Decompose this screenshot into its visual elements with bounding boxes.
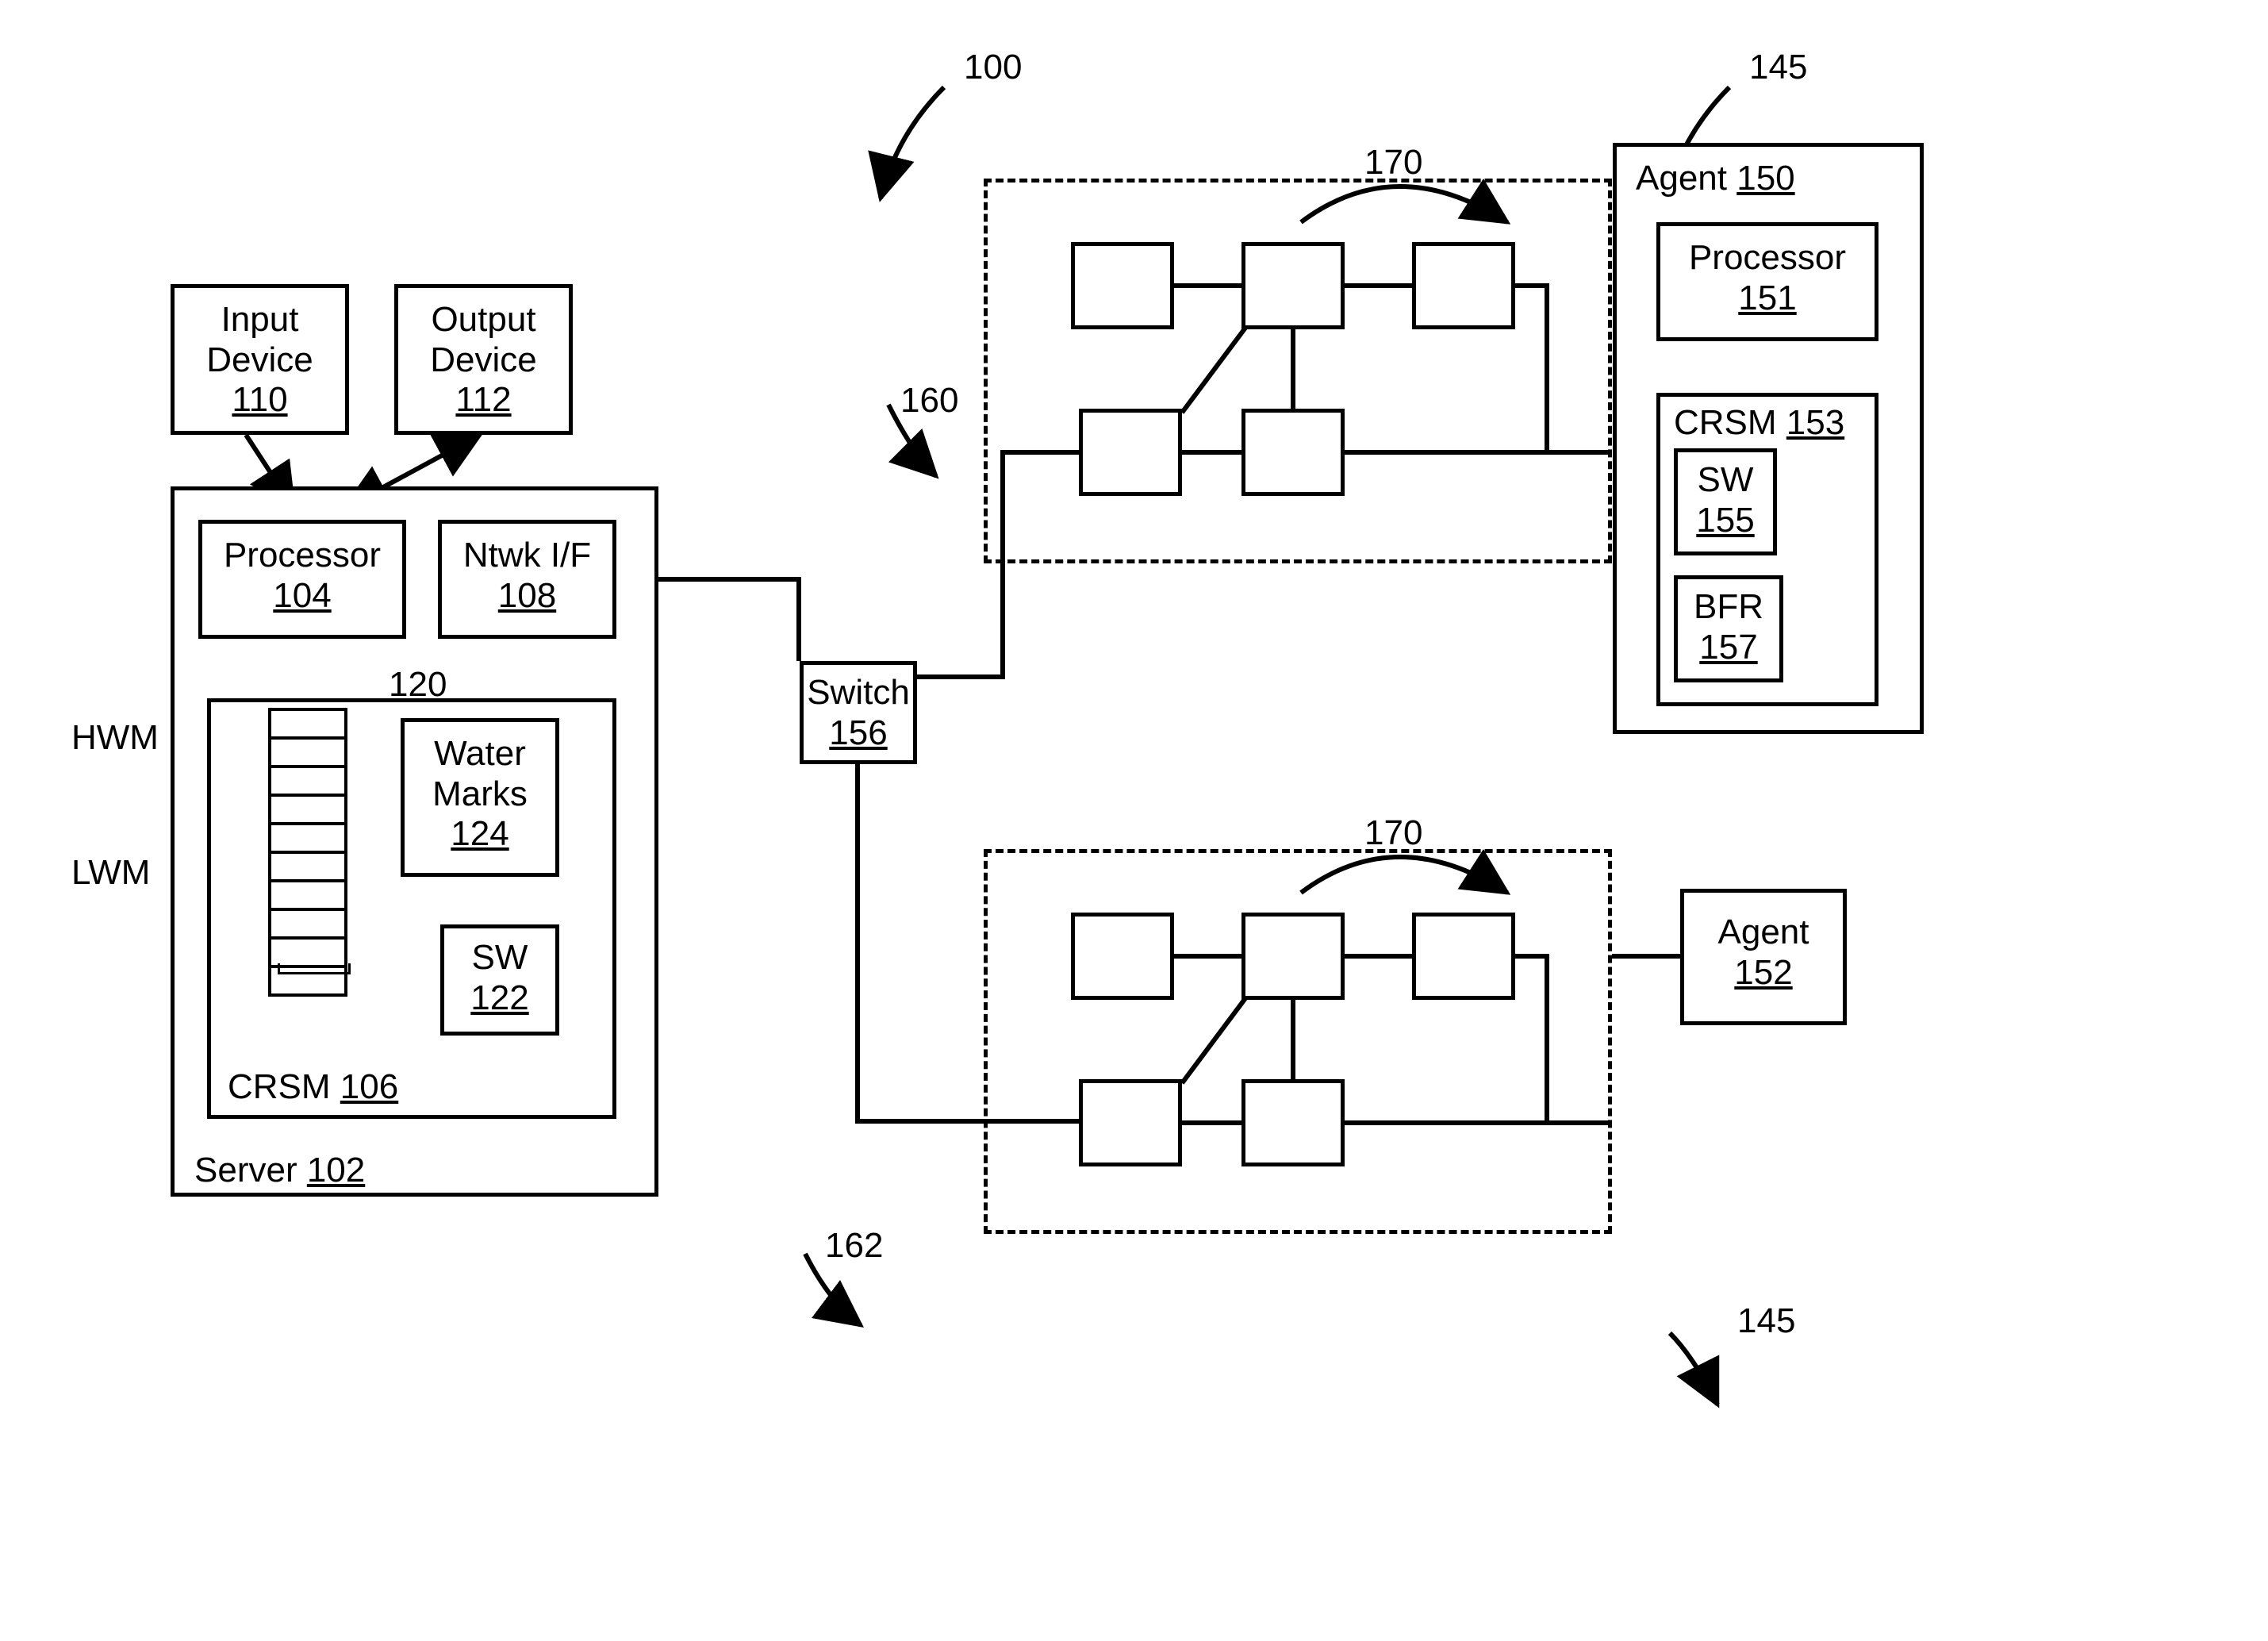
diagram-canvas: Input Device110 Output Device112 Server … [0,0,2268,1641]
sw-server-label: SW122 [444,938,555,1018]
node [1412,242,1515,329]
watermarks-label: Water Marks124 [405,734,555,855]
cloud-top-ref: 160 [900,381,958,421]
agent-second-box: Agent152 [1680,889,1847,1025]
switch-label: Switch156 [804,673,913,753]
agent-main-label: Agent 150 [1636,159,1795,199]
buffer-watermark [268,708,347,997]
server-label: Server 102 [194,1151,365,1191]
hwm-label: HWM [71,718,159,759]
network-cloud-top [984,179,1612,563]
agent-sw-box: SW155 [1674,448,1777,555]
agent-bfr-label: BFR157 [1678,587,1779,667]
input-device-box: Input Device110 [171,284,349,435]
path-ref-top: 170 [1364,143,1422,183]
processor-label: Processor104 [202,536,402,616]
processor-box: Processor104 [198,520,406,639]
sw-server-box: SW122 [440,924,559,1036]
ntwk-if-box: Ntwk I/F108 [438,520,616,639]
agent-group-bottom-ref: 145 [1737,1301,1795,1342]
ntwk-if-label: Ntwk I/F108 [442,536,612,616]
switch-box: Switch156 [800,661,917,764]
node [1241,1079,1345,1166]
buffer-ref: 120 [389,665,447,705]
node [1071,242,1174,329]
output-device-label: Output Device112 [398,300,569,421]
path-ref-bottom: 170 [1364,813,1422,854]
agent-bfr-box: BFR157 [1674,575,1783,682]
agent-sw-label: SW155 [1678,460,1773,540]
network-cloud-bottom [984,849,1612,1234]
agent-processor-box: Processor151 [1656,222,1878,341]
input-device-label: Input Device110 [175,300,345,421]
node [1079,1079,1182,1166]
crsm-label: CRSM 106 [228,1067,398,1108]
node [1079,409,1182,496]
output-device-box: Output Device112 [394,284,573,435]
system-ref: 100 [964,48,1022,88]
node [1241,242,1345,329]
buffer-base [278,963,351,974]
agent-second-label: Agent152 [1684,913,1843,993]
cloud-bottom-ref: 162 [825,1226,883,1266]
node [1412,913,1515,1000]
node [1071,913,1174,1000]
agent-group-top-ref: 145 [1749,48,1807,88]
watermarks-box: Water Marks124 [401,718,559,877]
node [1241,913,1345,1000]
agent-processor-label: Processor151 [1660,238,1875,318]
lwm-label: LWM [71,853,150,894]
node [1241,409,1345,496]
agent-crsm-label: CRSM 153 [1674,403,1844,444]
